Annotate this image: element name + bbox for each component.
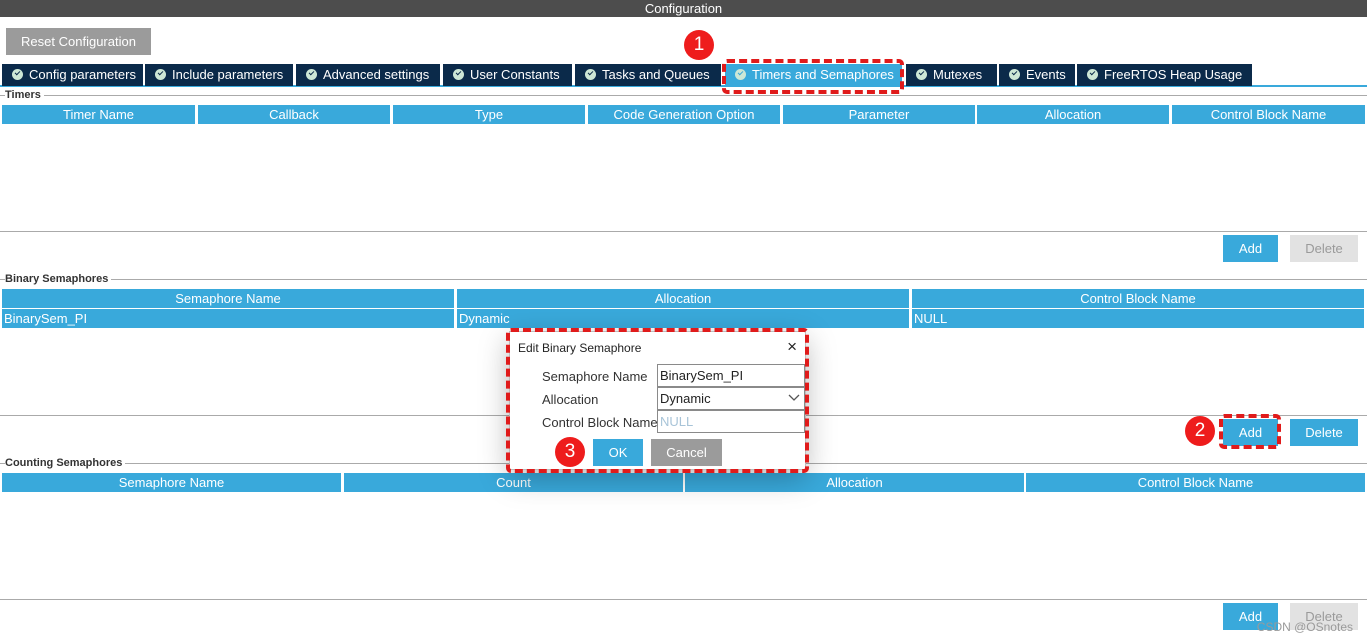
- cell-allocation[interactable]: Dynamic: [457, 309, 909, 328]
- watermark: CSDN @OSnotes: [1256, 620, 1353, 634]
- tab-bar: Config parameters Include parameters Adv…: [0, 64, 1367, 88]
- column-header-code-generation-option[interactable]: Code Generation Option: [588, 105, 780, 124]
- binary-semaphores-section-title: Binary Semaphores: [5, 273, 112, 285]
- tab-label: Advanced settings: [323, 67, 430, 82]
- annotation-highlight-dialog: [506, 328, 809, 473]
- column-header-allocation[interactable]: Allocation: [977, 105, 1169, 124]
- tab-label: User Constants: [470, 67, 560, 82]
- tab-label: Mutexes: [933, 67, 983, 82]
- column-header-type[interactable]: Type: [393, 105, 585, 124]
- binary-delete-button[interactable]: Delete: [1290, 419, 1358, 446]
- check-circle-icon: [916, 69, 927, 81]
- tab-freertos-heap-usage[interactable]: FreeRTOS Heap Usage: [1077, 64, 1252, 86]
- column-header-timer-name[interactable]: Timer Name: [2, 105, 195, 124]
- check-circle-icon: [306, 69, 317, 81]
- cell-semaphore-name[interactable]: BinarySem_PI: [2, 309, 454, 328]
- annotation-highlight-tab: [722, 59, 904, 94]
- binary-section-border: [0, 279, 1367, 280]
- tab-label: FreeRTOS Heap Usage: [1104, 67, 1243, 82]
- tab-user-constants[interactable]: User Constants: [443, 64, 572, 86]
- step-1-marker: 1: [684, 30, 714, 60]
- column-header-callback[interactable]: Callback: [198, 105, 390, 124]
- timers-section-border: [0, 95, 1367, 96]
- tab-include-parameters[interactable]: Include parameters: [145, 64, 293, 86]
- check-circle-icon: [1009, 69, 1020, 81]
- annotation-highlight-add: [1219, 414, 1281, 449]
- step-2-marker: 2: [1185, 416, 1215, 446]
- tab-mutexes[interactable]: Mutexes: [906, 64, 997, 86]
- tab-tasks-and-queues[interactable]: Tasks and Queues: [575, 64, 721, 86]
- tab-label: Events: [1026, 67, 1066, 82]
- reset-configuration-button[interactable]: Reset Configuration: [6, 28, 151, 55]
- column-header-allocation[interactable]: Allocation: [457, 289, 909, 308]
- column-header-control-block-name[interactable]: Control Block Name: [912, 289, 1364, 308]
- app-window: Configuration Reset Configuration Config…: [0, 0, 1367, 642]
- tab-config-parameters[interactable]: Config parameters: [2, 64, 143, 86]
- counting-table-bottom: [0, 599, 1367, 600]
- timers-add-button[interactable]: Add: [1223, 235, 1278, 262]
- timers-delete-button[interactable]: Delete: [1290, 235, 1358, 262]
- check-circle-icon: [585, 69, 596, 81]
- column-header-semaphore-name[interactable]: Semaphore Name: [2, 289, 454, 308]
- check-circle-icon: [155, 69, 166, 81]
- timers-section-title: Timers: [5, 89, 44, 101]
- check-circle-icon: [1087, 69, 1098, 81]
- tab-advanced-settings[interactable]: Advanced settings: [296, 64, 440, 86]
- check-circle-icon: [453, 69, 464, 81]
- step-3-marker: 3: [555, 437, 585, 467]
- column-header-semaphore-name[interactable]: Semaphore Name: [2, 473, 341, 492]
- tab-label: Include parameters: [172, 67, 284, 82]
- window-title: Configuration: [0, 0, 1367, 17]
- counting-semaphores-section-title: Counting Semaphores: [5, 457, 126, 469]
- tab-events[interactable]: Events: [999, 64, 1075, 86]
- column-header-control-block-name[interactable]: Control Block Name: [1172, 105, 1365, 124]
- tab-label: Tasks and Queues: [602, 67, 710, 82]
- tab-label: Config parameters: [29, 67, 136, 82]
- column-header-parameter[interactable]: Parameter: [783, 105, 975, 124]
- column-header-control-block-name[interactable]: Control Block Name: [1026, 473, 1365, 492]
- timers-table-bottom: [0, 231, 1367, 232]
- cell-control-block-name[interactable]: NULL: [912, 309, 1364, 328]
- column-header-allocation[interactable]: Allocation: [685, 473, 1024, 492]
- column-header-count[interactable]: Count: [344, 473, 683, 492]
- check-circle-icon: [12, 69, 23, 81]
